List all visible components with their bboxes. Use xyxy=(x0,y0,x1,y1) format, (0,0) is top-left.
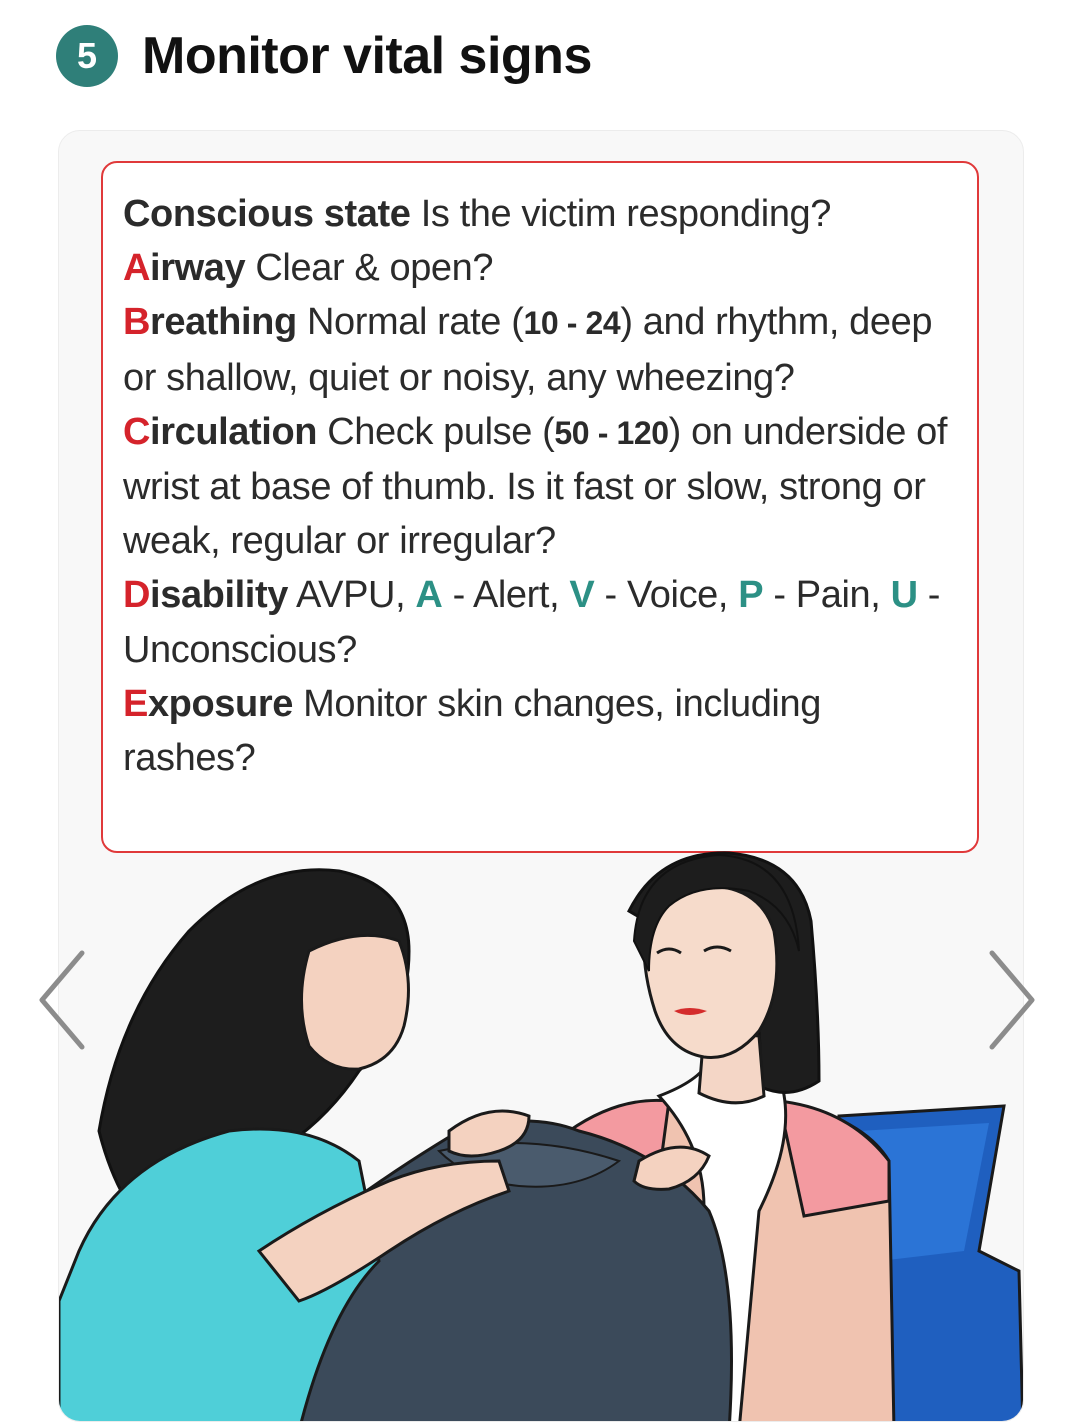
breathing-rest: reathing xyxy=(150,301,297,344)
circulation-rest: irculation xyxy=(150,410,318,453)
term-disability: Disability xyxy=(123,574,288,616)
item-exposure: Exposure Monitor skin changes, including… xyxy=(123,677,957,785)
avpu-p-text: - Pain, xyxy=(773,574,881,617)
item-circulation: Circulation Check pulse (50 - 120) on un… xyxy=(123,405,957,569)
breathing-range-open: ( xyxy=(511,301,524,344)
avpu-v-text: - Voice, xyxy=(604,574,729,617)
desc-conscious-state: Is the victim responding? xyxy=(420,193,832,235)
circulation-range-open: ( xyxy=(542,410,555,453)
next-slide-button[interactable] xyxy=(978,945,1048,1055)
pulse-range: 50 - 120 xyxy=(554,414,669,451)
step-title: Monitor vital signs xyxy=(142,27,592,85)
chevron-right-icon xyxy=(989,950,1035,1050)
avpu-a-text: - Alert, xyxy=(452,574,560,617)
item-conscious-state: Conscious state Is the victim responding… xyxy=(123,187,957,241)
breathing-initial: B xyxy=(123,301,151,344)
avpu-a: A xyxy=(415,574,443,617)
item-disability: Disability AVPU, A - Alert, V - Voice, P… xyxy=(123,568,957,676)
exposure-initial: E xyxy=(123,682,148,725)
vital-signs-checklist: Conscious state Is the victim responding… xyxy=(101,161,979,853)
avpu-u: U xyxy=(890,574,918,617)
term-circulation: Circulation xyxy=(123,411,317,453)
first-aid-illustration xyxy=(59,851,1023,1421)
disability-initial: D xyxy=(123,574,151,617)
avpu-p: P xyxy=(738,574,764,617)
circulation-range-close: ) xyxy=(668,410,682,453)
item-airway: Airway Clear & open? xyxy=(123,241,957,295)
desc-airway: Clear & open? xyxy=(255,247,494,290)
circulation-initial: C xyxy=(123,410,151,453)
term-breathing: Breathing xyxy=(123,301,297,343)
step-number-badge: 5 xyxy=(56,25,118,87)
exposure-rest: xposure xyxy=(147,682,293,725)
term-airway: Airway xyxy=(123,247,246,290)
desc-breathing-before: Normal rate xyxy=(306,301,502,344)
previous-slide-button[interactable] xyxy=(30,945,100,1055)
airway-rest: irway xyxy=(150,247,246,290)
slide-card: Conscious state Is the victim responding… xyxy=(58,130,1024,1422)
desc-disability-lead: AVPU, xyxy=(296,574,406,617)
avpu-v: V xyxy=(569,574,595,617)
chevron-left-icon xyxy=(39,950,85,1050)
term-exposure: Exposure xyxy=(123,683,293,725)
step-header: 5 Monitor vital signs xyxy=(56,24,592,88)
caregiver-face xyxy=(300,933,410,1071)
airway-initial: A xyxy=(123,247,151,290)
breathing-rate-range: 10 - 24 xyxy=(523,305,621,342)
desc-circulation-before: Check pulse xyxy=(327,410,532,453)
item-breathing: Breathing Normal rate (10 - 24) and rhyt… xyxy=(123,295,957,404)
breathing-range-close: ) xyxy=(620,301,633,344)
disability-rest: isability xyxy=(150,574,288,617)
term-conscious-state: Conscious state xyxy=(123,193,411,235)
